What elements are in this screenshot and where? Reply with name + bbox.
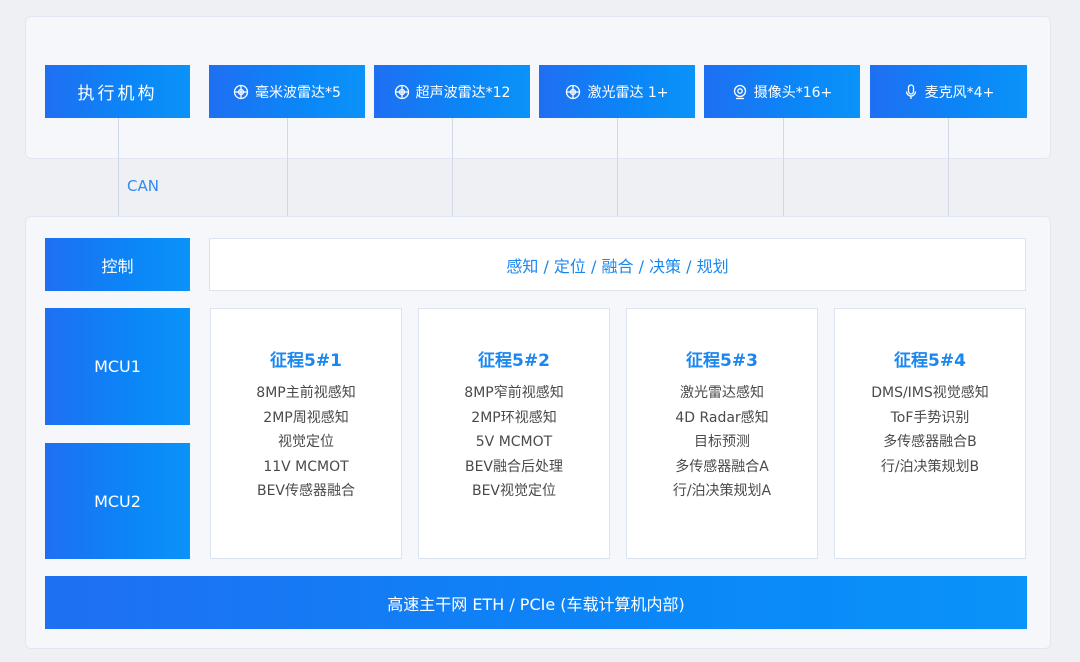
chip-card-4: 征程5#4 DMS/IMS视觉感知 ToF手势识别 多传感器融合B 行/泊决策规…	[834, 308, 1026, 559]
card-title: 征程5#1	[270, 351, 342, 371]
card-line: DMS/IMS视觉感知	[871, 385, 989, 401]
card-title: 征程5#4	[894, 351, 966, 371]
control-box: 控制	[45, 238, 190, 291]
mcu1-box: MCU1	[45, 308, 190, 425]
perception-bar: 感知 / 定位 / 融合 / 决策 / 规划	[209, 238, 1026, 291]
sensor-camera: 摄像头*16+	[704, 65, 860, 118]
chip-card-1: 征程5#1 8MP主前视感知 2MP周视感知 视觉定位 11V MCMOT BE…	[210, 308, 402, 559]
connector-line-can	[118, 118, 119, 216]
card-line: 5V MCMOT	[475, 434, 553, 450]
chip-card-2: 征程5#2 8MP窄前视感知 2MP环视感知 5V MCMOT BEV融合后处理…	[418, 308, 610, 559]
card-line: 行/泊决策规划B	[880, 458, 980, 475]
control-label: 控制	[101, 256, 134, 276]
connector-line-sensor-4	[783, 118, 784, 216]
sensor-ultrasonic-radar: 超声波雷达*12	[374, 65, 530, 118]
card-line: BEV传感器融合	[256, 483, 356, 499]
sensor-label: 毫米波雷达*5	[255, 84, 341, 101]
microphone-icon	[903, 83, 919, 100]
card-line: 8MP主前视感知	[256, 385, 356, 401]
card-line: 2MP环视感知	[471, 409, 557, 426]
sensor-label: 激光雷达 1+	[587, 84, 669, 101]
camera-icon	[732, 84, 748, 100]
card-line: 4D Radar感知	[675, 409, 769, 426]
connector-line-sensor-5	[948, 118, 949, 216]
sensor-mmwave-radar: 毫米波雷达*5	[209, 65, 365, 118]
card-line: 多传感器融合A	[675, 458, 769, 475]
perception-bar-label: 感知 / 定位 / 融合 / 决策 / 规划	[506, 256, 729, 276]
card-line: 视觉定位	[278, 434, 334, 450]
card-line: BEV视觉定位	[471, 483, 557, 499]
sensor-lidar: 激光雷达 1+	[539, 65, 695, 118]
mcu2-box: MCU2	[45, 443, 190, 559]
card-line: 行/泊决策规划A	[672, 483, 772, 499]
card-line: 2MP周视感知	[263, 409, 349, 426]
connector-line-sensor-2	[452, 118, 453, 216]
backbone-bus-bar: 高速主干网 ETH / PCIe (车载计算机内部)	[45, 576, 1027, 629]
sensor-label: 超声波雷达*12	[415, 84, 511, 101]
mcu2-label: MCU2	[94, 491, 141, 511]
card-line: 8MP窄前视感知	[464, 385, 564, 401]
can-label: CAN	[127, 177, 159, 195]
sensor-microphone: 麦克风*4+	[870, 65, 1027, 118]
radar-icon	[233, 84, 249, 100]
card-line: ToF手势识别	[890, 409, 970, 426]
mcu1-label: MCU1	[94, 357, 141, 376]
card-line: 多传感器融合B	[883, 434, 977, 450]
card-title: 征程5#3	[686, 351, 758, 371]
card-line: BEV融合后处理	[464, 458, 564, 475]
connector-line-sensor-3	[617, 118, 618, 216]
sensor-label: 摄像头*16+	[753, 84, 833, 101]
bus-bar-label: 高速主干网 ETH / PCIe (车载计算机内部)	[387, 594, 685, 614]
actuator-label: 执行机构	[77, 84, 158, 104]
actuator-box: 执行机构	[45, 65, 190, 118]
radar-icon	[565, 84, 581, 100]
card-line: 目标预测	[694, 434, 750, 450]
radar-icon	[394, 84, 410, 100]
card-title: 征程5#2	[478, 351, 550, 371]
sensor-label: 麦克风*4+	[924, 84, 995, 101]
card-line: 11V MCMOT	[263, 458, 349, 475]
connector-line-sensor-1	[287, 118, 288, 216]
chip-card-3: 征程5#3 激光雷达感知 4D Radar感知 目标预测 多传感器融合A 行/泊…	[626, 308, 818, 559]
card-line: 激光雷达感知	[680, 385, 764, 401]
